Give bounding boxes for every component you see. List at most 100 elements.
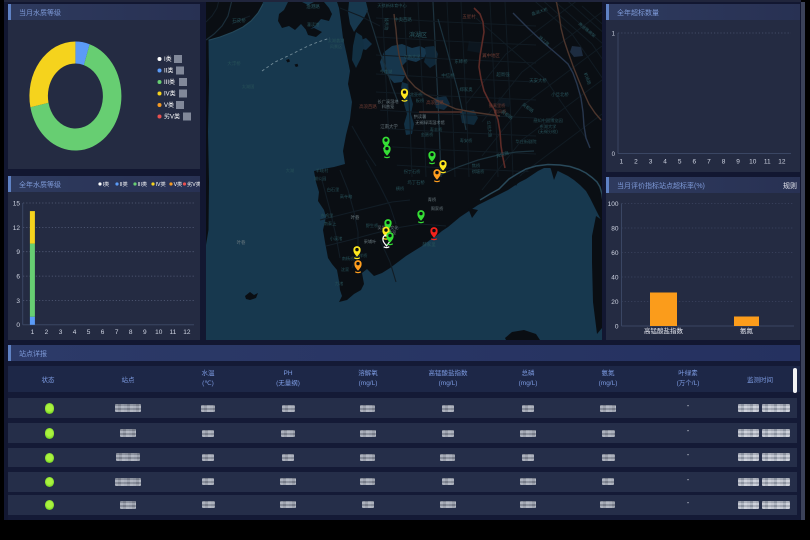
svg-text:滨湖区: 滨湖区 xyxy=(409,31,427,39)
svg-text:I类: I类 xyxy=(164,55,172,63)
svg-text:中奥西路: 中奥西路 xyxy=(394,16,412,23)
svg-text:IV类: IV类 xyxy=(164,90,176,98)
svg-text:0: 0 xyxy=(16,322,20,329)
svg-text:灌渎港: 灌渎港 xyxy=(307,21,320,28)
svg-text:周家桥: 周家桥 xyxy=(431,205,444,212)
svg-text:郑家奥: 郑家奥 xyxy=(459,86,473,93)
svg-text:2: 2 xyxy=(634,159,638,166)
svg-text:3: 3 xyxy=(59,329,63,336)
svg-text:隆秀路: 隆秀路 xyxy=(383,18,390,31)
svg-text:9: 9 xyxy=(736,159,740,166)
svg-text:6: 6 xyxy=(16,274,20,281)
svg-text:叶巷: 叶巷 xyxy=(351,214,360,221)
svg-text:东绛桥: 东绛桥 xyxy=(454,58,468,65)
svg-text:(无锡分校): (无锡分校) xyxy=(538,128,558,135)
svg-text:1: 1 xyxy=(612,32,616,38)
svg-text:北亚桥: 北亚桥 xyxy=(410,91,423,98)
svg-text:南泰上: 南泰上 xyxy=(324,220,337,226)
svg-text:小旦北桥: 小旦北桥 xyxy=(551,91,569,98)
svg-text:9: 9 xyxy=(16,249,20,256)
svg-text:大浮桥: 大浮桥 xyxy=(227,60,241,67)
svg-text:采埔叶: 采埔叶 xyxy=(364,238,377,245)
svg-text:高浪西路: 高浪西路 xyxy=(359,103,377,110)
svg-text:劣V类: 劣V类 xyxy=(187,180,200,188)
svg-text:横桥: 横桥 xyxy=(396,185,405,192)
svg-text:华庄街剧院: 华庄街剧院 xyxy=(516,138,538,145)
svg-text:高浪西路: 高浪西路 xyxy=(426,99,444,106)
svg-text:IV类: IV类 xyxy=(156,180,166,188)
svg-text:今蠡湖: 今蠡湖 xyxy=(380,68,393,75)
svg-text:湖公园: 湖公园 xyxy=(314,175,327,182)
svg-text:60: 60 xyxy=(611,250,619,257)
svg-text:超周强: 超周强 xyxy=(496,71,510,78)
svg-text:8: 8 xyxy=(722,159,726,166)
svg-text:0: 0 xyxy=(612,152,616,158)
svg-text:II类: II类 xyxy=(120,180,128,188)
svg-text:劣V类: 劣V类 xyxy=(164,113,180,121)
svg-text:大湖: 大湖 xyxy=(286,167,294,174)
svg-text:0: 0 xyxy=(615,324,619,331)
svg-text:高寺略: 高寺略 xyxy=(340,193,353,200)
svg-text:11: 11 xyxy=(764,159,771,166)
svg-text:白石里: 白石里 xyxy=(327,186,340,193)
svg-text:1: 1 xyxy=(31,329,35,336)
svg-text:渔港路: 渔港路 xyxy=(306,3,320,10)
svg-text:翼中地区: 翼中地区 xyxy=(482,52,500,59)
svg-text:石皮桥: 石皮桥 xyxy=(232,17,246,24)
svg-text:I类: I类 xyxy=(103,180,110,188)
svg-text:誓禹里桥: 誓禹里桥 xyxy=(489,102,507,109)
svg-text:2: 2 xyxy=(45,329,49,336)
svg-text:中信桥: 中信桥 xyxy=(441,72,455,79)
svg-text:7: 7 xyxy=(115,329,119,336)
svg-text:12: 12 xyxy=(13,225,21,232)
svg-text:II类: II类 xyxy=(164,67,173,75)
svg-text:南杨桥: 南杨桥 xyxy=(342,255,355,262)
svg-text:III类: III类 xyxy=(138,180,148,188)
svg-text:5: 5 xyxy=(678,159,682,166)
svg-text:叶巷: 叶巷 xyxy=(237,239,246,246)
svg-text:4: 4 xyxy=(663,159,667,166)
svg-text:11: 11 xyxy=(170,329,177,336)
svg-text:坞丁石桥: 坞丁石桥 xyxy=(407,179,425,186)
svg-text:拱渎署: 拱渎署 xyxy=(414,113,427,120)
svg-text:80: 80 xyxy=(611,226,619,233)
svg-text:20: 20 xyxy=(611,299,619,306)
svg-text:寿安桥: 寿安桥 xyxy=(460,137,473,144)
svg-text:高锰酸盐指数: 高锰酸盐指数 xyxy=(644,326,684,335)
svg-text:太湖国: 太湖国 xyxy=(242,83,255,90)
svg-text:V类: V类 xyxy=(174,180,183,188)
svg-text:拐丁石桥: 拐丁石桥 xyxy=(404,168,422,175)
svg-text:力渚: 力渚 xyxy=(335,280,343,287)
svg-text:40: 40 xyxy=(611,275,619,282)
svg-text:6: 6 xyxy=(692,159,696,166)
svg-text:3: 3 xyxy=(649,159,653,166)
svg-text:祺塘桥: 祺塘桥 xyxy=(472,168,485,175)
svg-text:五星村: 五星村 xyxy=(462,13,476,19)
svg-text:10: 10 xyxy=(155,329,163,336)
svg-text:天祺新体育中心: 天祺新体育中心 xyxy=(377,2,407,9)
svg-text:氨氮: 氨氮 xyxy=(740,326,754,335)
svg-text:III类: III类 xyxy=(164,78,175,86)
svg-text:8: 8 xyxy=(129,329,133,336)
svg-text:3: 3 xyxy=(16,298,20,305)
svg-text:小溪渚: 小溪渚 xyxy=(330,235,343,242)
svg-text:12: 12 xyxy=(183,329,191,336)
svg-text:无锡绿湾湿术馆: 无锡绿湾湿术馆 xyxy=(415,119,444,126)
svg-text:羊岐村: 羊岐村 xyxy=(316,167,329,174)
svg-text:江南大学: 江南大学 xyxy=(404,53,421,60)
svg-text:1: 1 xyxy=(619,159,623,166)
svg-text:板桥: 板桥 xyxy=(416,97,425,104)
svg-text:15: 15 xyxy=(13,200,21,207)
svg-text:天安大桥: 天安大桥 xyxy=(529,77,547,84)
svg-text:10: 10 xyxy=(749,159,757,166)
svg-text:沈家: 沈家 xyxy=(341,266,350,273)
svg-text:薛家里: 薛家里 xyxy=(422,241,436,248)
svg-text:100: 100 xyxy=(608,201,619,208)
svg-text:焦桥: 焦桥 xyxy=(472,162,481,169)
svg-text:东鸡里: 东鸡里 xyxy=(321,212,334,219)
svg-text:5: 5 xyxy=(87,329,91,336)
svg-text:江南大学: 江南大学 xyxy=(380,123,398,130)
svg-text:7: 7 xyxy=(707,159,711,166)
svg-text:金匮桥: 金匮桥 xyxy=(421,131,434,138)
svg-text:科普笼: 科普笼 xyxy=(382,103,395,110)
